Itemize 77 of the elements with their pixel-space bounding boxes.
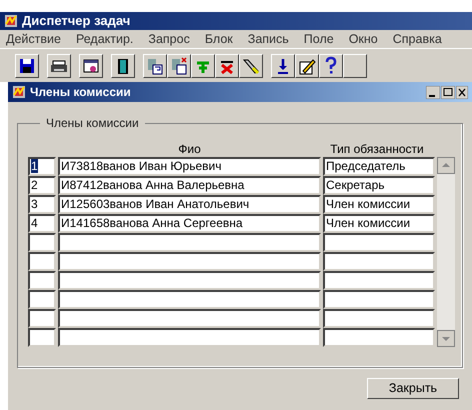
input-field[interactable] — [28, 328, 56, 347]
menu-item[interactable]: Поле — [304, 30, 334, 48]
input-field[interactable]: 2 — [28, 176, 56, 195]
input-field[interactable] — [28, 271, 56, 290]
menu-item[interactable]: Действие — [6, 30, 61, 48]
input-field[interactable]: 4 — [28, 214, 56, 233]
app-icon — [4, 14, 18, 28]
help-icon[interactable] — [319, 54, 343, 78]
table-cell: Член комиссии — [326, 216, 410, 230]
table-cell: И73818ванов Иван Юрьевич — [61, 159, 222, 173]
input-field[interactable]: Член комиссии — [323, 195, 435, 214]
input-field[interactable]: И141658ванова Анна Сергеевна — [58, 214, 321, 233]
plus-icon[interactable] — [191, 54, 215, 78]
input-field[interactable] — [28, 252, 56, 271]
table-cell: И87412ванова Анна Валерьевна — [61, 178, 244, 192]
eraser-icon[interactable] — [239, 54, 263, 78]
delete-icon[interactable] — [215, 54, 239, 78]
input-field[interactable] — [28, 309, 56, 328]
input-field[interactable] — [323, 271, 435, 290]
table-cell: Председатель — [326, 159, 406, 173]
download-icon[interactable] — [271, 54, 295, 78]
pencil-icon[interactable] — [295, 54, 319, 78]
column-header: Тип обязанности — [329, 142, 425, 157]
menu-item[interactable]: Редактир. — [76, 30, 134, 48]
input-field[interactable] — [28, 233, 56, 252]
door-icon[interactable] — [111, 54, 135, 78]
input-field[interactable] — [323, 328, 435, 347]
input-field[interactable] — [58, 252, 321, 271]
input-field[interactable] — [58, 328, 321, 347]
input-field[interactable]: И73818ванов Иван Юрьевич — [58, 157, 321, 176]
row-number: 3 — [31, 197, 38, 211]
input-field[interactable]: 3 — [28, 195, 56, 214]
group-title: Члены комиссии — [40, 116, 145, 130]
input-field[interactable] — [28, 290, 56, 309]
row-number: 1 — [31, 159, 38, 173]
menu-item[interactable]: Окно — [348, 30, 378, 48]
form-icon[interactable] — [79, 54, 103, 78]
scroll-down-icon[interactable] — [437, 330, 455, 347]
table-cell: Секретарь — [326, 178, 384, 192]
input-field[interactable] — [58, 309, 321, 328]
minimize-icon[interactable] — [426, 86, 440, 98]
save-icon[interactable] — [15, 54, 39, 78]
input-field[interactable]: 1 — [28, 157, 56, 176]
table-cell: Член комиссии — [326, 197, 410, 211]
row-number: 2 — [31, 178, 38, 192]
scrollbar[interactable] — [437, 157, 455, 347]
window-title: Члены комиссии — [30, 84, 132, 101]
maximize-icon[interactable] — [441, 86, 455, 98]
input-field[interactable] — [58, 290, 321, 309]
input-field[interactable] — [323, 309, 435, 328]
input-field[interactable]: И125603ванов Иван Анатольевич — [58, 195, 321, 214]
scroll-up-icon[interactable] — [437, 157, 455, 174]
input-field[interactable]: Председатель — [323, 157, 435, 176]
close-icon[interactable] — [456, 86, 468, 98]
input-field[interactable]: Секретарь — [323, 176, 435, 195]
table-cell: И141658ванова Анна Сергеевна — [61, 216, 243, 230]
input-field[interactable]: И87412ванова Анна Валерьевна — [58, 176, 321, 195]
toolbar-button[interactable] — [343, 54, 367, 78]
menu-item[interactable]: Блок — [204, 30, 233, 48]
query-icon[interactable] — [143, 54, 167, 78]
close-button[interactable]: Закрыть — [367, 378, 459, 399]
input-field[interactable] — [323, 290, 435, 309]
column-header: Фио — [177, 142, 202, 157]
input-field[interactable]: Член комиссии — [323, 214, 435, 233]
menu-item[interactable]: Запись — [248, 30, 289, 48]
table-cell: И125603ванов Иван Анатольевич — [61, 197, 250, 211]
input-field[interactable] — [58, 233, 321, 252]
printer-icon[interactable] — [47, 54, 71, 78]
row-number: 4 — [31, 216, 38, 230]
input-field[interactable] — [58, 271, 321, 290]
input-field[interactable] — [323, 252, 435, 271]
input-field[interactable] — [323, 233, 435, 252]
menu-item[interactable]: Справка — [392, 30, 442, 48]
menu-item[interactable]: Запрос — [148, 30, 190, 48]
query-delete-icon[interactable] — [167, 54, 191, 78]
app-icon — [12, 85, 26, 99]
window-title: Диспетчер задач — [22, 12, 130, 30]
